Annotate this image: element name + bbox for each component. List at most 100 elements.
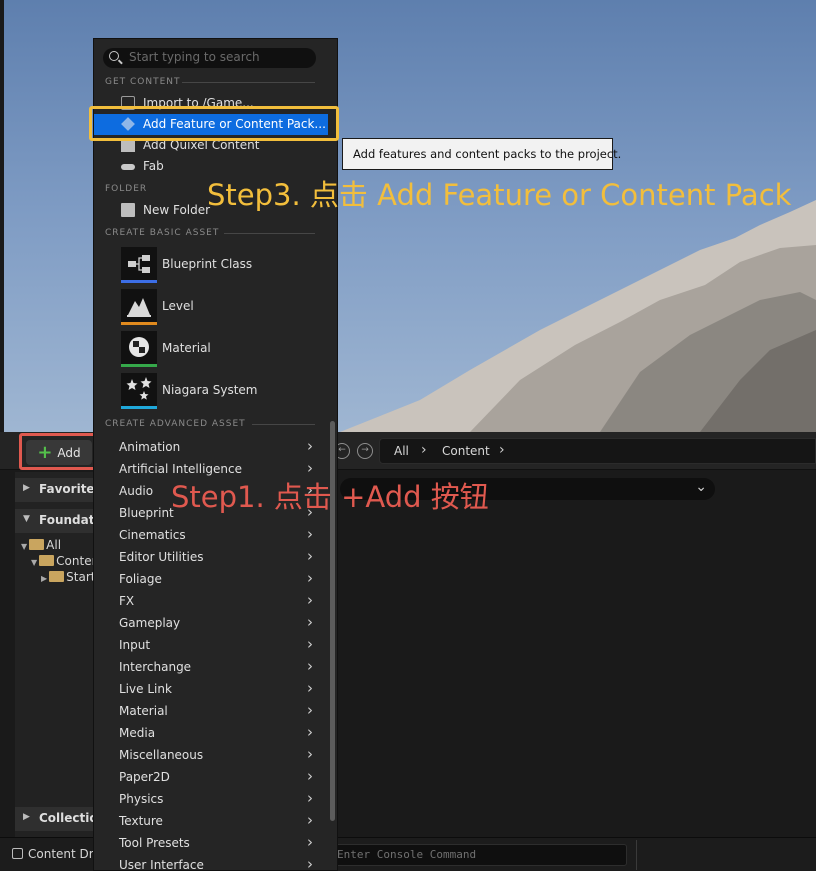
menu-item-advanced[interactable]: Material › bbox=[94, 700, 328, 722]
chevron-down-icon[interactable]: ⌄ bbox=[695, 479, 707, 495]
menu-item-label: FX bbox=[119, 594, 135, 608]
menu-search-input[interactable]: Start typing to search bbox=[103, 48, 316, 68]
menu-item-advanced[interactable]: Texture › bbox=[94, 810, 328, 832]
divider bbox=[224, 233, 315, 234]
divider bbox=[182, 82, 315, 83]
menu-item-level[interactable]: Level bbox=[121, 289, 331, 325]
folder-icon bbox=[39, 555, 55, 566]
blueprint-class-icon bbox=[121, 247, 157, 283]
get-content-header: GET CONTENT bbox=[105, 77, 181, 87]
menu-item-label: Level bbox=[162, 299, 194, 313]
menu-item-label: Texture bbox=[119, 814, 163, 828]
step1-annotation: Step1. 点击 +Add 按钮 bbox=[171, 480, 489, 514]
forward-icon[interactable]: → bbox=[357, 443, 373, 459]
material-icon bbox=[121, 331, 157, 367]
chevron-right-icon: › bbox=[307, 855, 313, 871]
console-input[interactable]: Enter Console Command bbox=[330, 844, 627, 866]
chevron-right-icon[interactable]: › bbox=[421, 442, 427, 458]
chevron-right-icon: › bbox=[307, 635, 313, 653]
expand-icon: ▶ bbox=[23, 483, 30, 493]
folder-header: FOLDER bbox=[105, 184, 148, 194]
foundation-section[interactable]: ▼ Foundation bbox=[15, 509, 95, 533]
menu-item-label: Miscellaneous bbox=[119, 748, 204, 762]
chevron-right-icon: › bbox=[307, 723, 313, 741]
favorites-section[interactable]: ▶ Favorites bbox=[15, 478, 95, 502]
sources-panel: ▶ Favorites ▼ Foundation ▼All ▼Content ▶… bbox=[15, 472, 156, 837]
menu-item-label: Animation bbox=[119, 440, 181, 454]
basic-asset-header: CREATE BASIC ASSET bbox=[105, 228, 220, 238]
collections-label: Collections bbox=[39, 811, 95, 825]
menu-item-label: Paper2D bbox=[119, 770, 170, 784]
breadcrumb-all[interactable]: All bbox=[394, 444, 409, 458]
menu-item-advanced[interactable]: Live Link › bbox=[94, 678, 328, 700]
chevron-right-icon: › bbox=[307, 591, 313, 609]
menu-item-label: Material bbox=[119, 704, 168, 718]
menu-item-advanced[interactable]: Animation › bbox=[94, 436, 328, 458]
chevron-right-icon: › bbox=[307, 657, 313, 675]
divider bbox=[636, 840, 637, 870]
menu-item-label: Blueprint bbox=[119, 506, 174, 520]
chevron-right-icon: › bbox=[307, 569, 313, 587]
foundation-label: Foundation bbox=[39, 513, 95, 527]
menu-item-advanced[interactable]: Miscellaneous › bbox=[94, 744, 328, 766]
divider bbox=[252, 424, 315, 425]
expand-icon: ▶ bbox=[23, 812, 30, 822]
chevron-right-icon: › bbox=[307, 833, 313, 851]
chevron-right-icon: › bbox=[307, 679, 313, 697]
level-icon bbox=[121, 289, 157, 325]
menu-item-advanced[interactable]: Media › bbox=[94, 722, 328, 744]
menu-item-label: Editor Utilities bbox=[119, 550, 204, 564]
menu-item-advanced[interactable]: Gameplay › bbox=[94, 612, 328, 634]
menu-item-label: Gameplay bbox=[119, 616, 181, 630]
menu-item-advanced[interactable]: User Interface › bbox=[94, 854, 328, 871]
menu-item-advanced[interactable]: Tool Presets › bbox=[94, 832, 328, 854]
menu-item-label: Interchange bbox=[119, 660, 192, 674]
chevron-right-icon: › bbox=[307, 811, 313, 829]
menu-item-label: Blueprint Class bbox=[162, 257, 253, 271]
search-icon bbox=[109, 51, 119, 61]
menu-item-advanced[interactable]: Foliage › bbox=[94, 568, 328, 590]
chevron-right-icon[interactable]: › bbox=[499, 442, 505, 458]
menu-item-niagara-system[interactable]: Niagara System bbox=[121, 373, 331, 409]
tree-label: All bbox=[46, 538, 62, 552]
menu-item-label: Physics bbox=[119, 792, 164, 806]
folder-icon bbox=[29, 539, 45, 550]
menu-item-advanced[interactable]: Interchange › bbox=[94, 656, 328, 678]
menu-item-label: Tool Presets bbox=[119, 836, 190, 850]
collapse-icon: ▼ bbox=[23, 514, 30, 524]
step3-annotation: Step3. 点击 Add Feature or Content Pack bbox=[207, 178, 792, 212]
breadcrumb-content[interactable]: Content bbox=[442, 444, 490, 458]
menu-item-label: Cinematics bbox=[119, 528, 186, 542]
niagara-system-icon bbox=[121, 373, 157, 409]
tree-item-all[interactable]: ▼ All bbox=[21, 538, 61, 552]
collapse-icon: ▼ bbox=[21, 542, 28, 551]
chevron-right-icon: › bbox=[307, 745, 313, 763]
menu-item-label: New Folder bbox=[143, 203, 211, 217]
menu-item-material[interactable]: Material bbox=[121, 331, 331, 367]
breadcrumb: All › Content › bbox=[379, 438, 816, 464]
collections-section[interactable]: ▶ Collections bbox=[15, 807, 95, 831]
menu-item-label: User Interface bbox=[119, 858, 204, 871]
folder-icon bbox=[49, 571, 65, 582]
menu-item-label: Live Link bbox=[119, 682, 172, 696]
favorites-label: Favorites bbox=[39, 482, 95, 496]
menu-item-advanced[interactable]: Editor Utilities › bbox=[94, 546, 328, 568]
search-placeholder: Start typing to search bbox=[129, 50, 260, 64]
chevron-right-icon: › bbox=[307, 701, 313, 719]
step3-highlight-box bbox=[89, 106, 339, 141]
menu-item-label: Niagara System bbox=[162, 383, 258, 397]
menu-item-advanced[interactable]: Cinematics › bbox=[94, 524, 328, 546]
menu-item-label: Fab bbox=[143, 159, 164, 173]
menu-item-label: Media bbox=[119, 726, 156, 740]
new-folder-icon bbox=[121, 203, 135, 217]
menu-item-advanced[interactable]: Paper2D › bbox=[94, 766, 328, 788]
menu-item-advanced[interactable]: Input › bbox=[94, 634, 328, 656]
menu-item-advanced[interactable]: FX › bbox=[94, 590, 328, 612]
menu-item-label: Audio bbox=[119, 484, 154, 498]
fab-icon bbox=[121, 159, 135, 173]
menu-item-advanced[interactable]: Physics › bbox=[94, 788, 328, 810]
menu-item-label: Input bbox=[119, 638, 151, 652]
menu-item-blueprint-class[interactable]: Blueprint Class bbox=[121, 247, 331, 283]
expand-icon: ▶ bbox=[41, 574, 48, 583]
chevron-right-icon: › bbox=[307, 789, 313, 807]
